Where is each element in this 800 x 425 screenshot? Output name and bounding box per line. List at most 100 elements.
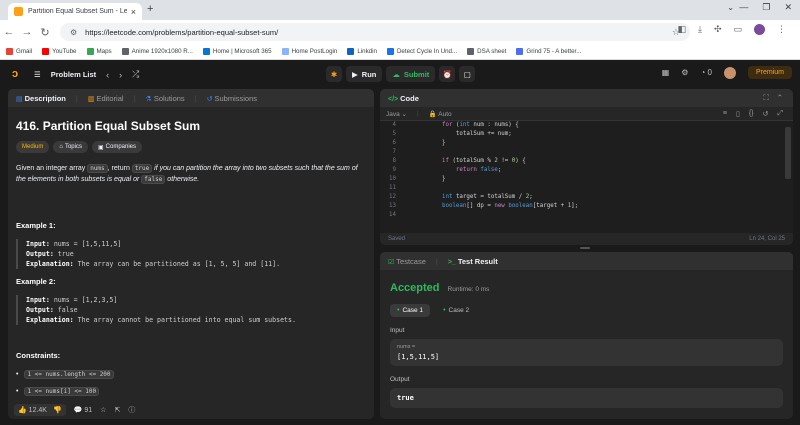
- tab-case-2[interactable]: • Case 2: [436, 304, 476, 317]
- run-submit-group: ✱ ▶ Run ☁ Submit ⏰ ▢: [326, 66, 476, 82]
- language-select[interactable]: Java ⌄: [386, 110, 407, 118]
- example-title: Example 2:: [16, 277, 56, 286]
- bookmark-item[interactable]: Gmail: [6, 48, 32, 55]
- coins-counter[interactable]: ◔ 0: [700, 68, 712, 77]
- layout-icon[interactable]: ▦: [662, 68, 670, 77]
- browser-tab-active[interactable]: Partition Equal Subset Sum - Le ×: [8, 3, 142, 20]
- problem-list-link[interactable]: Problem List: [51, 70, 96, 79]
- new-tab-icon[interactable]: +: [147, 3, 153, 15]
- page-title[interactable]: 416. Partition Equal Subset Sum: [16, 119, 366, 133]
- code-line[interactable]: 10 }: [380, 175, 793, 184]
- code-tab[interactable]: </> Code: [388, 94, 419, 103]
- problem-badges: Medium ⌂ Topics ▣ Companies: [16, 141, 366, 153]
- code-line[interactable]: 4 for (int num : nums) {: [380, 121, 793, 130]
- site-info-icon[interactable]: ⚙: [70, 28, 77, 37]
- bookmark-label: DSA sheet: [477, 48, 507, 55]
- code-editor[interactable]: 4 for (int num : nums) {5 totalSum += nu…: [380, 121, 793, 233]
- minimize-icon[interactable]: —: [739, 2, 748, 13]
- bookmark-item[interactable]: YouTube: [42, 48, 77, 55]
- editor-status-bar: Saved Ln 24, Col 25: [380, 233, 793, 245]
- settings-gear-icon[interactable]: ⚙: [681, 68, 688, 77]
- address-url: https://leetcode.com/problems/partition-…: [85, 27, 279, 37]
- format-icon[interactable]: ≡: [723, 110, 727, 118]
- tab-search-icon[interactable]: ⌄: [727, 3, 734, 12]
- run-button[interactable]: ▶ Run: [346, 66, 383, 82]
- bookmark-item[interactable]: Detect Cycle In Und...: [386, 48, 457, 55]
- submit-button[interactable]: ☁ Submit: [386, 66, 436, 82]
- reload-icon[interactable]: ↻: [36, 26, 54, 39]
- maximize-panel-icon[interactable]: ⛶: [763, 93, 768, 103]
- code-line[interactable]: 8 if (totalSum % 2 != 0) {: [380, 157, 793, 166]
- tab-testcase[interactable]: ☑ Testcase: [388, 257, 426, 266]
- share-icon[interactable]: ⇱: [114, 406, 120, 414]
- companies-badge[interactable]: ▣ Companies: [91, 141, 143, 153]
- code-line[interactable]: 9 return false;: [380, 166, 793, 175]
- prev-problem-icon[interactable]: ‹: [106, 70, 109, 80]
- thumbs-down-icon[interactable]: 👎: [53, 406, 62, 414]
- bookmark-item[interactable]: Linkdin: [347, 48, 377, 55]
- flask-icon: ⚗: [145, 95, 152, 103]
- shuffle-icon[interactable]: ⤮: [132, 69, 139, 80]
- line-number: 5: [392, 131, 397, 137]
- code-text: boolean[] dp = new boolean[target + 1];: [441, 203, 579, 209]
- tab-test-result[interactable]: >_ Test Result: [448, 257, 498, 266]
- debug-button[interactable]: ✱: [326, 66, 342, 82]
- panel-resize-handle[interactable]: [580, 247, 590, 249]
- code-line[interactable]: 14: [380, 211, 793, 220]
- bookmark-item[interactable]: Home | Microsoft 365: [202, 48, 272, 55]
- help-icon[interactable]: ⓘ: [128, 405, 135, 415]
- braces-icon[interactable]: {}: [749, 110, 754, 118]
- fullscreen-icon[interactable]: ⤢: [777, 110, 783, 118]
- code-text: if (totalSum % 2 != 0) {: [441, 158, 526, 164]
- leetcode-logo-icon[interactable]: ↄ: [12, 68, 22, 80]
- bookmark-item[interactable]: Maps: [86, 48, 112, 55]
- lock-icon: 🔒: [428, 110, 437, 118]
- note-icon: ▢: [463, 69, 471, 79]
- code-line[interactable]: 13 boolean[] dp = new boolean[target + 1…: [380, 202, 793, 211]
- tab-solutions[interactable]: ⚗ Solutions: [146, 94, 185, 103]
- collapse-panel-icon[interactable]: ⌃: [777, 93, 783, 103]
- like-button[interactable]: 👍 12.4K: [18, 406, 47, 414]
- chrome-menu-icon[interactable]: ⋮: [777, 24, 786, 35]
- close-tab-icon[interactable]: ×: [131, 7, 136, 17]
- bookmark-icon[interactable]: ▯: [736, 110, 740, 118]
- notes-button[interactable]: ▢: [459, 66, 476, 82]
- problem-list-nav: ☰ Problem List ‹ › ⤮: [34, 69, 139, 80]
- forward-icon[interactable]: →: [18, 26, 36, 38]
- extension-icon[interactable]: ◧: [677, 24, 686, 35]
- favorite-star-icon[interactable]: ☆: [100, 406, 106, 414]
- tab-description[interactable]: ▤ Description: [16, 94, 66, 103]
- bookmark-item[interactable]: Home PostLogin: [281, 48, 337, 55]
- tab-submissions[interactable]: ↺ Submissions: [207, 94, 257, 103]
- topics-badge[interactable]: ⌂ Topics: [53, 141, 88, 153]
- code-line[interactable]: 6 }: [380, 139, 793, 148]
- code-line[interactable]: 5 totalSum += num;: [380, 130, 793, 139]
- sidebar-icon[interactable]: ▭: [733, 24, 742, 35]
- autocomplete-toggle[interactable]: 🔒 Auto: [429, 110, 452, 118]
- maximize-icon[interactable]: ❐: [762, 2, 770, 13]
- tab-case-1[interactable]: • Case 1: [390, 304, 431, 317]
- code-line[interactable]: 7: [380, 148, 793, 157]
- download-icon[interactable]: ⤓: [698, 24, 702, 35]
- bookmark-item[interactable]: Grind 75 - A better...: [516, 48, 581, 55]
- user-avatar[interactable]: [723, 66, 736, 79]
- code-line[interactable]: 11: [380, 184, 793, 193]
- bookmark-item[interactable]: Anime 1920x1080 R...: [121, 48, 193, 55]
- editor-scrollbar[interactable]: [785, 127, 791, 179]
- bookmark-item[interactable]: DSA sheet: [467, 48, 506, 55]
- puzzle-icon[interactable]: ✣: [714, 24, 722, 35]
- back-icon[interactable]: ←: [0, 26, 18, 38]
- reset-icon[interactable]: ↺: [763, 110, 769, 118]
- tab-separator: |: [435, 256, 438, 266]
- tab-editorial[interactable]: ▥ Editorial: [88, 94, 124, 103]
- address-bar[interactable]: ⚙ https://leetcode.com/problems/partitio…: [60, 23, 690, 41]
- code-line[interactable]: 12 int target = totalSum / 2;: [380, 193, 793, 202]
- premium-button[interactable]: Premium: [747, 66, 792, 79]
- next-problem-icon[interactable]: ›: [119, 70, 122, 80]
- code-text: return false;: [455, 167, 502, 173]
- close-window-icon[interactable]: ✕: [784, 2, 792, 13]
- profile-avatar[interactable]: [754, 24, 765, 35]
- timer-button[interactable]: ⏰: [439, 66, 456, 82]
- comments-button[interactable]: 💬 91: [74, 406, 92, 414]
